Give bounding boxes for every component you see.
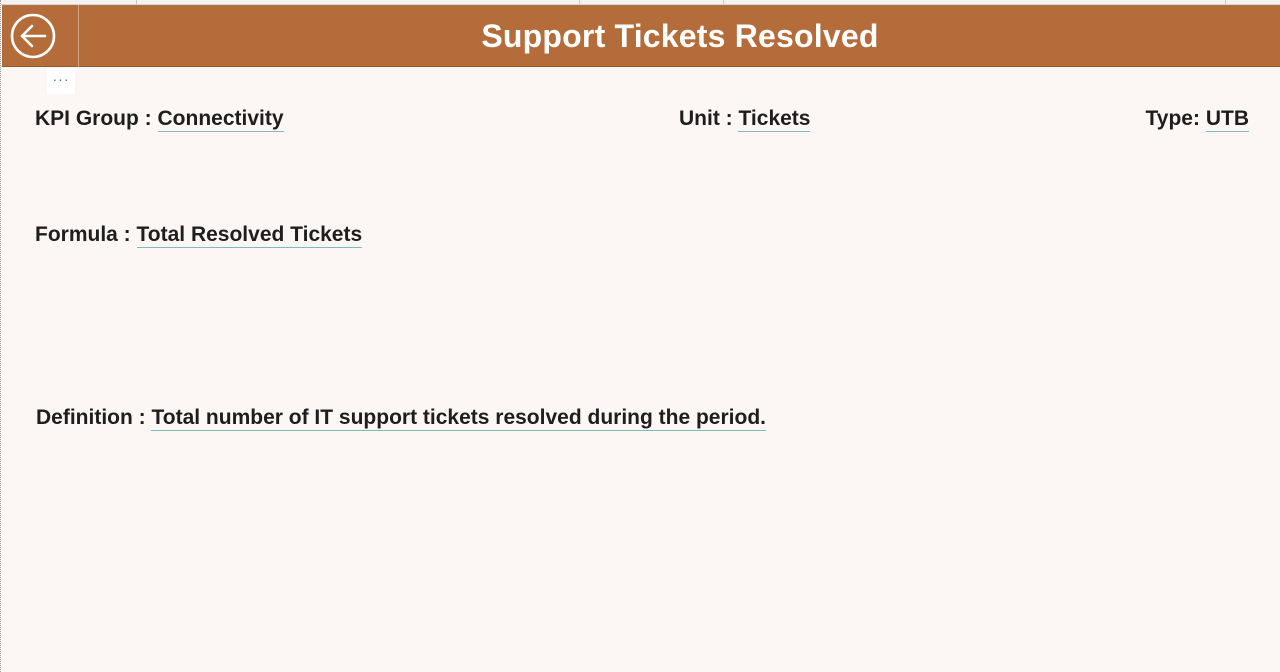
formula-field: Formula : Total Resolved Tickets bbox=[35, 223, 363, 248]
back-button[interactable] bbox=[10, 13, 56, 59]
kpi-group-label: KPI Group : bbox=[35, 107, 158, 130]
formula-value: Total Resolved Tickets bbox=[136, 223, 363, 248]
ribbon-divider bbox=[136, 0, 137, 4]
formula-label: Formula : bbox=[35, 223, 137, 246]
ribbon-divider bbox=[723, 0, 724, 4]
kpi-detail-page: Support Tickets Resolved ··· KPI Group :… bbox=[0, 0, 1280, 672]
page-title: Support Tickets Resolved bbox=[481, 18, 879, 54]
definition-field: Definition : Total number of IT support … bbox=[36, 406, 766, 431]
kpi-group-field: KPI Group : Connectivity bbox=[35, 107, 284, 132]
type-label: Type: bbox=[1145, 107, 1206, 130]
ribbon-divider bbox=[579, 0, 580, 4]
more-options-button[interactable]: ··· bbox=[47, 68, 75, 94]
type-field: Type: UTB bbox=[1145, 107, 1249, 132]
page-header: Support Tickets Resolved bbox=[2, 5, 1280, 67]
kpi-group-value: Connectivity bbox=[157, 107, 284, 132]
unit-label: Unit : bbox=[679, 107, 739, 130]
definition-label: Definition : bbox=[36, 406, 152, 429]
unit-value: Tickets bbox=[738, 107, 811, 132]
type-value: UTB bbox=[1205, 107, 1249, 132]
ribbon-divider bbox=[1225, 0, 1226, 4]
definition-value: Total number of IT support tickets resol… bbox=[151, 406, 766, 431]
unit-field: Unit : Tickets bbox=[679, 107, 811, 132]
ellipsis-icon: ··· bbox=[52, 71, 70, 87]
arrow-left-circle-icon bbox=[10, 13, 56, 59]
